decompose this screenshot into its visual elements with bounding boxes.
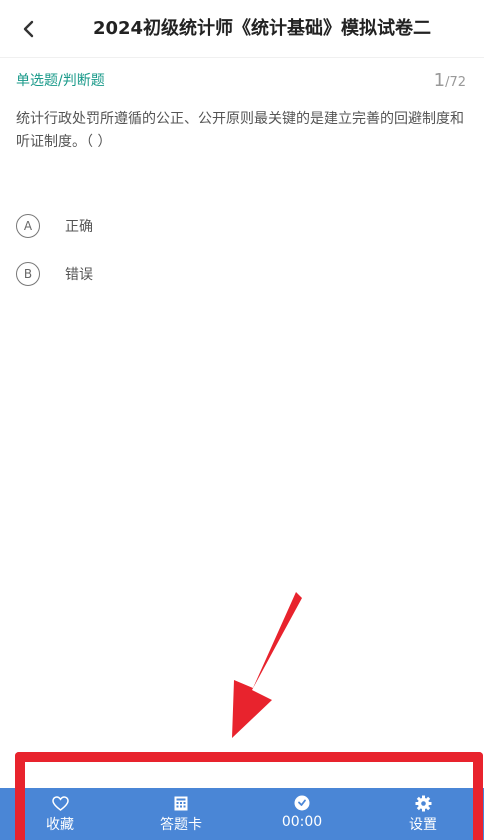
annotation-arrow [232, 592, 302, 738]
annotation-highlight-box [15, 752, 483, 840]
